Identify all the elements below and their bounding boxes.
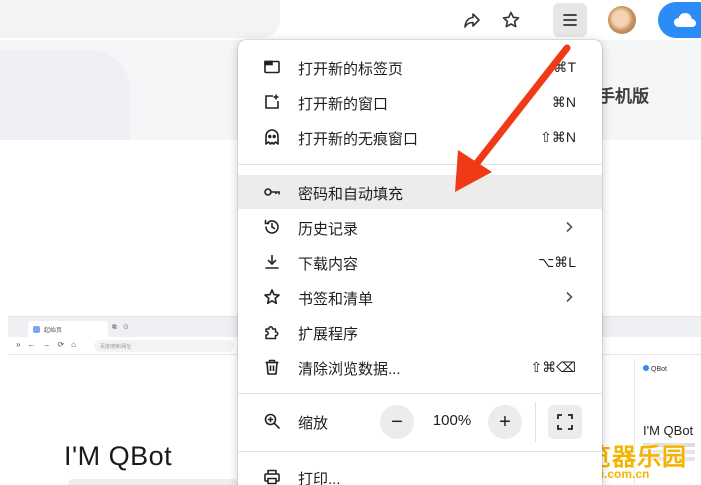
printer-icon bbox=[262, 468, 282, 485]
fullscreen-icon bbox=[557, 414, 573, 430]
zoom-magnifier-icon bbox=[262, 412, 282, 430]
key-icon bbox=[262, 183, 282, 201]
mobile-version-link[interactable]: 手机版 bbox=[598, 82, 649, 107]
preview-headline: I'M QBot bbox=[64, 441, 173, 471]
zoom-label: 缩放 bbox=[298, 415, 329, 432]
share-button[interactable] bbox=[455, 3, 489, 37]
menu-divider bbox=[238, 451, 602, 452]
hamburger-icon bbox=[563, 14, 577, 26]
menu-item-extensions[interactable]: 扩展程序 bbox=[238, 315, 602, 349]
menu-item-label: 下载内容 bbox=[298, 256, 359, 273]
menu-item-label: 打开新的无痕窗口 bbox=[298, 131, 419, 148]
star-outline-icon bbox=[262, 288, 282, 306]
menu-item-history[interactable]: 历史记录 bbox=[238, 210, 602, 244]
menu-item-passwords-autofill[interactable]: 密码和自动填充 bbox=[238, 175, 602, 209]
menu-item-shortcut: ⇧⌘⌫ bbox=[530, 359, 576, 375]
avatar[interactable] bbox=[608, 6, 636, 34]
preview-tab: 起始页 × bbox=[28, 321, 116, 337]
address-bar[interactable] bbox=[0, 0, 280, 38]
menu-item-bookmarks-lists[interactable]: 书签和清单 bbox=[238, 280, 602, 314]
preview-tab-icons: ⧉⊙ bbox=[112, 324, 135, 331]
zoom-divider bbox=[535, 402, 536, 442]
preview-tab-title: 起始页 bbox=[44, 328, 63, 334]
trash-icon bbox=[262, 358, 282, 376]
preview-chips bbox=[68, 479, 238, 485]
menu-item-shortcut: ⌘T bbox=[553, 59, 576, 75]
menu-item-label: 书签和清单 bbox=[298, 291, 374, 308]
menu-item-label: 清除浏览数据... bbox=[298, 361, 401, 378]
cloud-icon bbox=[674, 13, 696, 27]
menu-item-label: 历史记录 bbox=[298, 221, 359, 238]
preview-brand: QBot bbox=[643, 365, 667, 373]
menu-item-clear-browsing-data[interactable]: 清除浏览数据... ⇧⌘⌫ bbox=[238, 350, 602, 384]
menu-item-shortcut: ⌥⌘L bbox=[538, 254, 576, 270]
menu-item-print[interactable]: 打印... bbox=[238, 460, 602, 485]
new-tab-icon bbox=[262, 58, 282, 76]
menu-item-label: 密码和自动填充 bbox=[298, 186, 404, 203]
preview-url-bar: 百度搜索/网址 bbox=[94, 340, 234, 352]
share-arrow-icon bbox=[464, 13, 480, 28]
menu-item-new-tab[interactable]: 打开新的标签页 ⌘T bbox=[238, 50, 602, 84]
puzzle-icon bbox=[262, 323, 282, 341]
decorative-shape bbox=[0, 50, 130, 140]
menu-item-label: 扩展程序 bbox=[298, 326, 359, 343]
menu-item-new-incognito-window[interactable]: 打开新的无痕窗口 ⇧⌘N bbox=[238, 120, 602, 154]
chevron-right-icon bbox=[566, 221, 573, 233]
preview-nav-icons: »←→⟳⌂ bbox=[16, 340, 83, 349]
browser-toolbar bbox=[0, 0, 701, 40]
menu-item-label: 打开新的窗口 bbox=[298, 96, 389, 113]
zoom-in-button[interactable]: + bbox=[488, 405, 522, 439]
zoom-out-button[interactable]: − bbox=[380, 405, 414, 439]
menu-divider bbox=[238, 164, 602, 165]
download-icon bbox=[262, 253, 282, 271]
menu-item-downloads[interactable]: 下载内容 ⌥⌘L bbox=[238, 245, 602, 279]
history-icon bbox=[262, 218, 282, 236]
zoom-level-value: 100% bbox=[432, 412, 472, 429]
main-menu: 打开新的标签页 ⌘T 打开新的窗口 ⌘N 打开新的无痕窗口 ⇧⌘N 密码和自动填… bbox=[238, 40, 602, 485]
new-window-icon bbox=[262, 93, 282, 111]
menu-divider bbox=[238, 393, 602, 394]
bookmark-button[interactable] bbox=[494, 3, 528, 37]
fullscreen-button[interactable] bbox=[548, 405, 582, 439]
menu-button[interactable] bbox=[553, 3, 587, 37]
menu-item-new-window[interactable]: 打开新的窗口 ⌘N bbox=[238, 85, 602, 119]
cloud-sync-button[interactable] bbox=[658, 2, 701, 38]
menu-item-label: 打开新的标签页 bbox=[298, 61, 404, 78]
menu-item-shortcut: ⇧⌘N bbox=[540, 129, 576, 145]
incognito-ghost-icon bbox=[262, 128, 282, 146]
star-icon bbox=[502, 11, 520, 28]
menu-item-shortcut: ⌘N bbox=[551, 94, 576, 110]
chevron-right-icon bbox=[566, 291, 573, 303]
menu-item-label: 打印... bbox=[298, 471, 341, 485]
